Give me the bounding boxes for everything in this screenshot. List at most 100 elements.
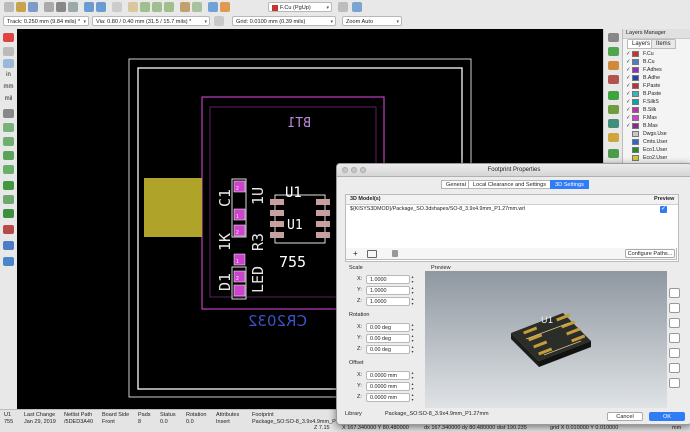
local-ratsnest-icon[interactable] [3,137,14,146]
layer-row[interactable]: ✓ F.Paste [626,82,690,90]
tab-3d-settings[interactable]: 3D Settings [550,180,589,189]
new-board-icon[interactable] [4,2,14,12]
scale-y-stepper[interactable]: ▴ ▾ [410,285,415,295]
pads-sketch-icon[interactable] [3,181,14,190]
vias-sketch-icon[interactable] [3,195,14,204]
u1-pad[interactable] [316,232,330,238]
select-icon[interactable] [608,33,619,42]
layer-color-swatch[interactable] [632,67,639,73]
layer-color-swatch[interactable] [632,91,639,97]
route-diff-pair-icon[interactable] [608,105,619,114]
tab-local-clearance[interactable]: Local Clearance and Settings [468,180,552,189]
mm-units-button[interactable]: mm [3,83,14,92]
view-iso-icon[interactable] [669,348,680,358]
add-footprint-icon[interactable] [608,75,619,84]
tab-items[interactable]: Items [651,39,676,49]
layers-manager-icon[interactable] [3,241,14,250]
microwave-icon[interactable] [3,257,14,266]
page-settings-icon[interactable] [44,2,54,12]
track-width-select[interactable]: Track: 0.250 mm (9.84 mils) * ▾ [3,16,89,26]
view-side-icon[interactable] [669,333,680,343]
drc-marker-icon[interactable] [3,33,14,42]
flip-icon[interactable] [192,2,202,12]
layer-color-swatch[interactable] [632,155,639,161]
redo-icon[interactable] [96,2,106,12]
zoom-window-icon[interactable] [360,167,366,173]
3d-model-preview-checkbox[interactable]: ✓ [660,206,667,213]
layer-row[interactable]: ✓ F.Mas [626,114,690,122]
u1-pad[interactable] [270,199,284,205]
rotation-z-stepper[interactable]: ▴ ▾ [410,344,415,354]
u1-pad[interactable] [270,210,284,216]
drc-icon[interactable] [220,2,230,12]
layer-color-swatch[interactable] [632,83,639,89]
layer-row[interactable]: Dwgs.Use [626,130,690,138]
trash-icon[interactable] [392,250,398,257]
tracks-sketch-icon[interactable] [3,209,14,218]
layer-color-swatch[interactable] [632,139,639,145]
view-back-icon[interactable] [669,378,680,388]
scale-x-input[interactable]: 1.0000 [366,275,410,284]
scale-z-input[interactable]: 1.0000 [366,297,410,306]
layer-color-swatch[interactable] [632,59,639,65]
cursor-shape-icon[interactable] [3,109,14,118]
u1-pad[interactable] [316,210,330,216]
local-ratsnest-icon[interactable] [608,61,619,70]
rotation-x-input[interactable]: 0.00 deg [366,323,410,332]
layer-row[interactable]: Eco2.User [626,154,690,162]
d1-pad-1[interactable] [233,284,246,297]
layer-color-swatch[interactable] [632,51,639,57]
scale-x-stepper[interactable]: ▴ ▾ [410,274,415,284]
grid-select[interactable]: Grid: 0.0100 mm (0.39 mils) ▾ [232,16,336,26]
zoom-out-icon[interactable] [152,2,162,12]
layer-color-swatch[interactable] [632,99,639,105]
rotate-icon[interactable] [180,2,190,12]
layer-row[interactable]: ✓ B.Mas [626,122,690,130]
undo-icon[interactable] [84,2,94,12]
3d-preview-viewport[interactable]: U1 [425,271,667,408]
high-contrast-icon[interactable] [3,225,14,234]
u1-pad[interactable] [316,221,330,227]
layer-color-swatch[interactable] [632,123,639,129]
view-front-icon[interactable] [669,318,680,328]
open-icon[interactable] [16,2,26,12]
battery-pad-1[interactable] [144,178,202,237]
add-zone-icon[interactable] [608,149,619,158]
close-window-icon[interactable] [342,167,348,173]
layer-color-swatch[interactable] [632,131,639,137]
scale-z-stepper[interactable]: ▴ ▾ [410,296,415,306]
layer-row[interactable]: ✓ B.Silk [626,106,690,114]
polar-coords-icon[interactable] [3,59,14,68]
browse-folder-icon[interactable] [367,250,377,258]
rotation-y-input[interactable]: 0.00 deg [366,334,410,343]
layer-select[interactable]: F.Cu (PgUp) ▾ [268,2,332,12]
layer-color-swatch[interactable] [632,107,639,113]
u1-pad[interactable] [316,199,330,205]
auto-track-width-icon[interactable] [214,16,224,26]
zoom-redraw-icon[interactable] [128,2,138,12]
update-icon[interactable] [352,2,362,12]
zone-outline-icon[interactable] [3,165,14,174]
tab-general[interactable]: General [441,180,471,189]
rotation-z-input[interactable]: 0.00 deg [366,345,410,354]
scale-y-input[interactable]: 1.0000 [366,286,410,295]
cancel-button[interactable]: Cancel [607,412,643,421]
zoom-fit-icon[interactable] [164,2,174,12]
route-track-icon[interactable] [608,91,619,100]
rotation-y-stepper[interactable]: ▴ ▾ [410,333,415,343]
plot-icon[interactable] [68,2,78,12]
layer-row[interactable]: ✓ B.Paste [626,90,690,98]
layer-row[interactable]: Cmts.User [626,138,690,146]
highlight-net-icon[interactable] [608,47,619,56]
via-size-select[interactable]: Via: 0.80 / 0.40 mm (31.5 / 15.7 mils) *… [92,16,210,26]
3d-model-row[interactable]: ${KISYS3DMOD}/Package_SO.3dshapes/SO-8_3… [346,205,678,214]
offset-y-input[interactable]: 0.0000 mm [366,382,410,391]
layer-color-swatch[interactable] [632,147,639,153]
offset-z-stepper[interactable]: ▴ ▾ [410,392,415,402]
ok-button[interactable]: OK [649,412,685,421]
offset-x-input[interactable]: 0.0000 mm [366,371,410,380]
find-icon[interactable] [112,2,122,12]
view-rotate-icon[interactable] [669,288,680,298]
mil-units-button[interactable]: mil [3,95,14,104]
tune-length-icon[interactable] [608,119,619,128]
